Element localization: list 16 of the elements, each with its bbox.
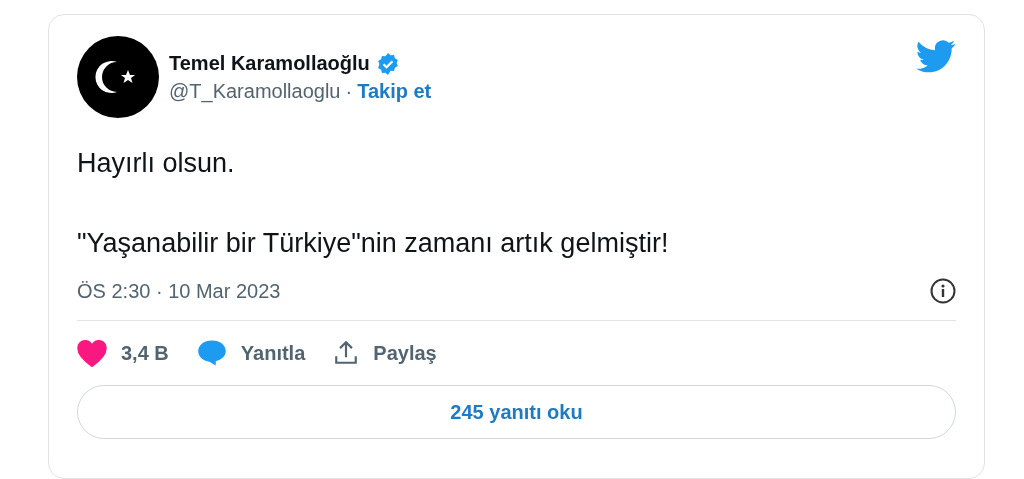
bird-icon[interactable] [916,40,956,73]
like-button[interactable]: 3,4 B [77,339,169,367]
author-name: Temel Karamollaoğlu [169,52,370,75]
tweet-text: "Yaşanabilir bir Türkiye"nin zamanı artık gelmiştir! [77,227,670,260]
tweet-text: Hayırlı olsun. [77,147,236,180]
share-button[interactable]: Paylaş [333,340,437,366]
separator-dot: · [345,79,353,103]
reply-button[interactable]: Yanıtla [196,339,306,367]
speech-bubble-icon [196,339,227,367]
info-icon[interactable] [930,278,956,304]
read-replies-button[interactable]: 245 yanıtı oku [77,385,956,439]
tweet-timestamp: ÖS 2:30 · 10 Mar 2023 [77,279,281,303]
follow-link[interactable]: Takip et [357,79,432,103]
share-icon [333,340,360,366]
author-handle: @T_Karamollaoglu [169,79,341,103]
avatar-icon [77,36,159,118]
